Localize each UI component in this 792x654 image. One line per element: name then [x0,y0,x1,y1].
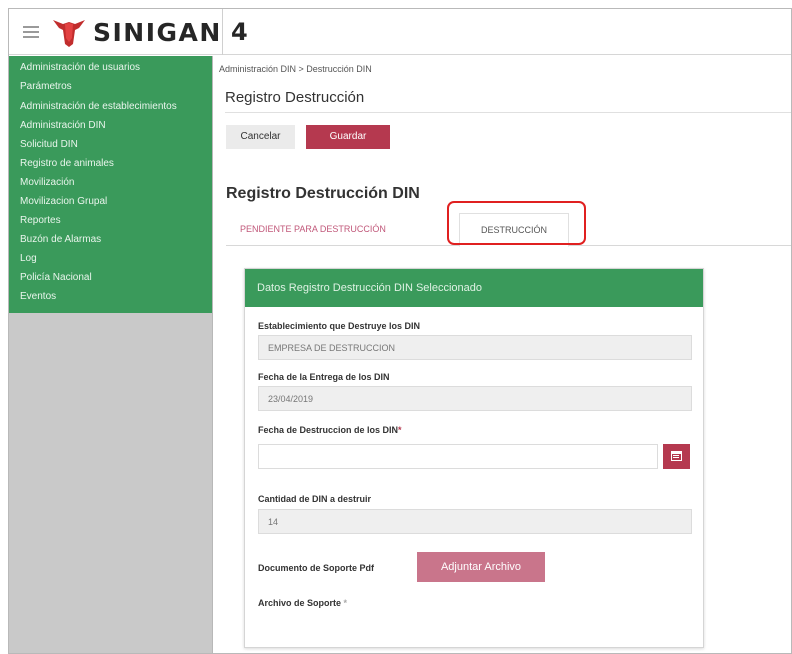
support-file-mark: * [343,598,348,608]
version-label: 4 [231,18,248,46]
attach-file-button[interactable]: Adjuntar Archivo [417,552,545,582]
cancel-button[interactable]: Cancelar [226,125,295,149]
cow-logo-icon [53,20,85,47]
sidebar: Administración de usuarios Parámetros Ad… [9,56,213,653]
sidebar-item-admin-din[interactable]: Administración DIN [9,117,212,136]
sidebar-item-establecimientos[interactable]: Administración de establecimientos [9,97,212,117]
support-file-label: Archivo de Soporte * [258,598,347,608]
sidebar-item-policia[interactable]: Policía Nacional [9,269,212,288]
support-doc-label: Documento de Soporte Pdf [258,563,375,573]
required-mark: * [398,425,402,435]
delivery-date-field: 23/04/2019 [258,386,692,411]
sidebar-item-registro-animales[interactable]: Registro de animales [9,155,212,174]
calendar-icon [671,451,682,461]
sidebar-item-eventos[interactable]: Eventos [9,288,212,307]
sidebar-item-parametros[interactable]: Parámetros [9,78,212,97]
sidebar-item-reportes[interactable]: Reportes [9,212,212,231]
sidebar-item-buzon-alarmas[interactable]: Buzón de Alarmas [9,231,212,250]
calendar-button[interactable] [663,444,690,469]
page-title: Registro Destrucción [225,89,365,106]
sidebar-menu: Administración de usuarios Parámetros Ad… [9,56,212,313]
destruction-date-input[interactable] [258,444,658,469]
destruction-panel: Datos Registro Destrucción DIN Seleccion… [244,268,704,648]
title-divider [225,112,791,113]
establishment-label: Establecimiento que Destruye los DIN [258,321,421,331]
tab-pendiente-destruccion[interactable]: PENDIENTE PARA DESTRUCCIÓN [240,213,386,246]
app-window: SINIGAN 4 Administración de usuarios Par… [8,8,792,654]
save-button[interactable]: Guardar [306,125,390,149]
breadcrumb: Administración DIN > Destrucción DIN [219,64,372,74]
sidebar-item-log[interactable]: Log [9,250,212,269]
delivery-date-label: Fecha de la Entrega de los DIN [258,372,390,382]
top-bar: SINIGAN 4 [9,9,791,55]
highlight-annotation [447,201,586,245]
support-file-label-text: Archivo de Soporte [258,598,342,608]
sidebar-item-movilizacion[interactable]: Movilización [9,174,212,193]
brand-name: SINIGAN [93,18,222,47]
main-content: Administración DIN > Destrucción DIN Reg… [214,56,791,653]
sidebar-item-movilizacion-grupal[interactable]: Movilizacion Grupal [9,193,212,212]
destruction-date-label: Fecha de Destruccion de los DIN* [258,425,402,435]
panel-header: Datos Registro Destrucción DIN Seleccion… [245,269,703,307]
hamburger-icon[interactable] [23,26,39,38]
establishment-field: EMPRESA DE DESTRUCCION [258,335,692,360]
destruction-date-label-text: Fecha de Destruccion de los DIN [258,425,399,435]
sidebar-item-usuarios[interactable]: Administración de usuarios [9,59,212,78]
quantity-field: 14 [258,509,692,534]
brand-divider [222,9,223,55]
section-title: Registro Destrucción DIN [226,185,420,202]
sidebar-item-solicitud-din[interactable]: Solicitud DIN [9,136,212,155]
quantity-label: Cantidad de DIN a destruir [258,494,372,504]
